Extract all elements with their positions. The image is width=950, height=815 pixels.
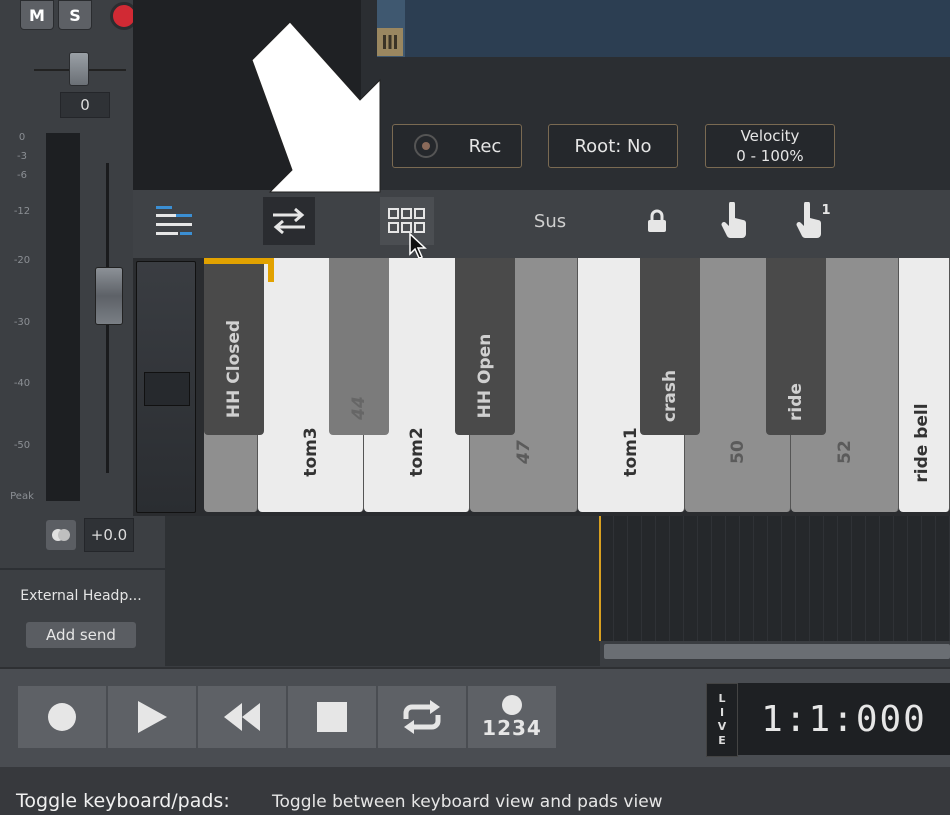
db-label: -3 <box>17 151 27 162</box>
velocity-label: Velocity <box>740 127 800 145</box>
output-name[interactable]: External Headp... <box>8 588 154 604</box>
level-meter <box>46 133 80 501</box>
record-icon <box>48 703 76 731</box>
key-label: tom1 <box>621 427 641 477</box>
track-lane <box>165 516 600 666</box>
live-indicator[interactable]: L I V E <box>706 683 738 757</box>
key-label: 52 <box>835 440 855 464</box>
pan-value[interactable]: 0 <box>60 92 110 118</box>
loop-icon <box>403 700 441 734</box>
finger-count-label: 1 <box>821 202 831 218</box>
record-button[interactable] <box>18 686 106 748</box>
black-key[interactable]: ride <box>766 258 826 435</box>
rewind-button[interactable] <box>198 686 286 748</box>
db-label: -12 <box>13 206 31 217</box>
volume-value[interactable]: +0.0 <box>84 518 134 552</box>
rec-label: Rec <box>468 135 502 157</box>
playhead[interactable] <box>599 516 601 641</box>
live-letter: L <box>718 692 726 705</box>
live-letter: I <box>719 706 725 719</box>
db-label: -40 <box>13 378 31 389</box>
black-key[interactable]: HH Open <box>455 258 515 435</box>
live-letter: V <box>717 720 727 733</box>
arrange-grid[interactable] <box>600 516 950 641</box>
lock-icon <box>648 209 666 232</box>
live-letter: E <box>718 734 726 747</box>
white-key[interactable]: ride bell <box>899 258 950 512</box>
precount-button[interactable]: 1234 <box>468 686 556 748</box>
key-label: ride <box>786 383 806 421</box>
db-label: -20 <box>13 255 31 266</box>
status-label: Toggle keyboard/pads: <box>16 790 230 812</box>
lock-button[interactable] <box>636 197 678 245</box>
black-key[interactable]: 44 <box>329 258 389 435</box>
key-label: 50 <box>728 440 748 464</box>
record-icon <box>413 134 438 158</box>
play-icon <box>138 701 167 733</box>
key-label: HH Closed <box>224 319 244 419</box>
volume-fader-handle[interactable] <box>95 267 123 325</box>
play-button[interactable] <box>108 686 196 748</box>
key-label: tom2 <box>407 427 427 477</box>
db-label: 0 <box>18 132 26 143</box>
stop-icon <box>317 702 347 732</box>
note-list-button[interactable] <box>148 197 200 245</box>
db-label: -6 <box>17 170 27 181</box>
loop-button[interactable] <box>378 686 466 748</box>
time-display[interactable]: 1:1:000 <box>738 683 950 755</box>
velocity-button[interactable]: Velocity 0 - 100% <box>705 124 835 168</box>
key-label: tom3 <box>301 427 321 477</box>
pan-slider-handle[interactable] <box>69 52 89 86</box>
black-key[interactable]: crash <box>640 258 700 435</box>
stereo-link-icon <box>52 529 70 541</box>
swap-arrows-icon <box>273 207 305 235</box>
precount-record-icon <box>502 695 522 715</box>
touch-mode-button[interactable] <box>712 197 756 245</box>
single-touch-button[interactable]: 1 <box>788 197 838 245</box>
mute-button[interactable]: M <box>20 0 54 30</box>
note-list-icon <box>156 206 192 235</box>
hand-pointer-one-icon <box>796 202 822 238</box>
key-label: crash <box>660 369 680 423</box>
black-key[interactable]: HH Closed <box>204 264 264 435</box>
midi-clip[interactable] <box>377 0 950 57</box>
db-label: -50 <box>13 440 31 451</box>
root-button[interactable]: Root: No <box>548 124 678 168</box>
velocity-range: 0 - 100% <box>736 147 804 165</box>
pointer-arrow-icon <box>251 21 381 193</box>
stop-button[interactable] <box>288 686 376 748</box>
precount-label: 1234 <box>482 716 542 740</box>
key-label: HH Open <box>475 333 495 419</box>
rewind-icon <box>224 703 260 731</box>
peak-label: Peak <box>10 491 34 502</box>
modulation-wheel-handle[interactable] <box>144 372 190 406</box>
key-label: 47 <box>514 440 534 464</box>
divider <box>0 568 165 570</box>
db-label: -30 <box>13 317 31 328</box>
key-label: 44 <box>349 396 369 420</box>
sustain-button[interactable]: Sus <box>520 197 580 245</box>
hand-pointer-icon <box>721 202 746 238</box>
key-label: ride bell <box>912 403 932 483</box>
solo-button[interactable]: S <box>58 0 92 30</box>
stereo-link-button[interactable] <box>46 520 76 550</box>
add-send-button[interactable]: Add send <box>26 622 136 648</box>
rec-button[interactable]: Rec <box>392 124 522 168</box>
status-description: Toggle between keyboard view and pads vi… <box>272 792 663 812</box>
swap-button[interactable] <box>263 197 315 245</box>
scrollbar-thumb[interactable] <box>604 644 950 659</box>
mouse-cursor-icon <box>409 232 427 259</box>
